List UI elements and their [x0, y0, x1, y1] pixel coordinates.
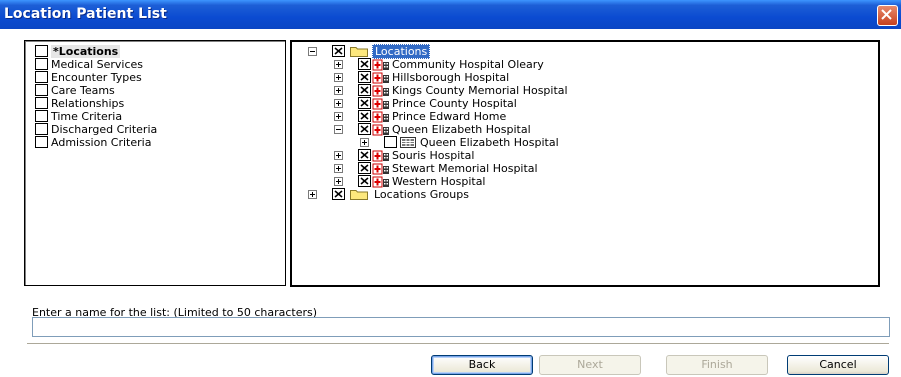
criteria-item-care-teams[interactable]: Care Teams: [35, 84, 115, 97]
checkbox-x-icon[interactable]: [358, 162, 371, 174]
expand-toggle[interactable]: [334, 177, 343, 186]
expand-toggle[interactable]: [360, 138, 369, 147]
collapse-toggle[interactable]: [308, 47, 317, 56]
tree-node-facility[interactable]: Prince Edward Home: [292, 110, 872, 123]
tree-node-label: Prince Edward Home: [392, 110, 507, 123]
tree-node-facility[interactable]: Hillsborough Hospital: [292, 71, 872, 84]
tree-node-facility[interactable]: Kings County Memorial Hospital: [292, 84, 872, 97]
close-button[interactable]: [877, 5, 898, 26]
close-icon: [881, 9, 892, 20]
dialog-body: *Locations Medical Services Encounter Ty…: [0, 29, 901, 377]
tree-node-label: Queen Elizabeth Hospital: [420, 136, 559, 149]
tree-node-location-groups[interactable]: Locations Groups: [292, 188, 872, 201]
criteria-list: *Locations Medical Services Encounter Ty…: [24, 40, 286, 286]
checkbox-x-icon[interactable]: [358, 149, 371, 161]
criteria-item-encounter-types[interactable]: Encounter Types: [35, 71, 142, 84]
hospital-icon: [372, 98, 389, 110]
hospital-icon: [372, 111, 389, 123]
checkbox-x-icon[interactable]: [358, 97, 371, 109]
tree-node-facility[interactable]: Queen Elizabeth Hospital: [292, 123, 872, 136]
divider: [27, 343, 889, 345]
folder-icon: [350, 190, 368, 200]
collapse-toggle[interactable]: [334, 125, 343, 134]
hospital-icon: [372, 59, 389, 71]
tree-node-label: Community Hospital Oleary: [392, 58, 544, 71]
hospital-icon: [372, 176, 389, 188]
expand-toggle[interactable]: [334, 73, 343, 82]
checkbox-empty[interactable]: [384, 136, 397, 148]
checkbox-x-icon[interactable]: [358, 71, 371, 83]
tree-node-label: Western Hospital: [392, 175, 486, 188]
criteria-checkbox[interactable]: [35, 45, 48, 57]
list-name-input[interactable]: [32, 317, 890, 337]
criteria-item-relationships[interactable]: Relationships: [35, 97, 124, 110]
criteria-checkbox[interactable]: [35, 84, 48, 96]
criteria-item-admission-criteria[interactable]: Admission Criteria: [35, 136, 151, 149]
criteria-checkbox[interactable]: [35, 136, 48, 148]
checkbox-x-icon[interactable]: [358, 123, 371, 135]
next-button[interactable]: Next: [539, 355, 641, 375]
criteria-checkbox[interactable]: [35, 58, 48, 70]
criteria-item-label: Care Teams: [51, 84, 115, 97]
tree-node-locations[interactable]: Locations: [292, 44, 872, 59]
checkbox-x-icon[interactable]: [358, 175, 371, 187]
tree-node-facility[interactable]: Prince County Hospital: [292, 97, 872, 110]
checkbox-x-icon[interactable]: [358, 110, 371, 122]
expand-toggle[interactable]: [334, 60, 343, 69]
tree-node-label: Stewart Memorial Hospital: [392, 162, 538, 175]
criteria-checkbox[interactable]: [35, 123, 48, 135]
checkbox-x-icon[interactable]: [332, 188, 345, 200]
tree-node-label: Queen Elizabeth Hospital: [392, 123, 531, 136]
hospital-icon: [372, 150, 389, 162]
criteria-checkbox[interactable]: [35, 97, 48, 109]
criteria-item-locations[interactable]: *Locations: [35, 45, 121, 58]
expand-toggle[interactable]: [334, 99, 343, 108]
folder-icon: [350, 47, 368, 57]
title-bar: Location Patient List: [0, 0, 901, 29]
hospital-icon: [372, 124, 389, 136]
finish-button[interactable]: Finish: [666, 355, 768, 375]
tree-node-label: Kings County Memorial Hospital: [392, 84, 568, 97]
tree-node-label: Locations: [372, 44, 431, 59]
cancel-button[interactable]: Cancel: [787, 355, 889, 375]
tree-node-unit[interactable]: Queen Elizabeth Hospital: [292, 136, 872, 149]
window-title: Location Patient List: [4, 6, 167, 22]
nurse-unit-icon: [400, 137, 416, 148]
criteria-item-medical-services[interactable]: Medical Services: [35, 58, 143, 71]
checkbox-x-icon[interactable]: [358, 58, 371, 70]
checkbox-x-icon[interactable]: [358, 84, 371, 96]
expand-toggle[interactable]: [308, 190, 317, 199]
tree-node-label: Locations Groups: [374, 188, 469, 201]
tree-node-facility[interactable]: Souris Hospital: [292, 149, 872, 162]
tree-node-facility[interactable]: Western Hospital: [292, 175, 872, 188]
hospital-icon: [372, 72, 389, 84]
criteria-item-discharged-criteria[interactable]: Discharged Criteria: [35, 123, 157, 136]
criteria-checkbox[interactable]: [35, 110, 48, 122]
tree-node-label: Souris Hospital: [392, 149, 475, 162]
tree-node-label: Hillsborough Hospital: [392, 71, 510, 84]
criteria-item-label: Medical Services: [51, 58, 144, 71]
tree-node-facility[interactable]: Community Hospital Oleary: [292, 58, 872, 71]
checkbox-x-icon[interactable]: [332, 45, 345, 57]
hospital-icon: [372, 163, 389, 175]
expand-toggle[interactable]: [334, 151, 343, 160]
expand-toggle[interactable]: [334, 86, 343, 95]
hospital-icon: [372, 85, 389, 97]
criteria-item-label: Encounter Types: [51, 71, 142, 84]
expand-toggle[interactable]: [334, 112, 343, 121]
criteria-item-time-criteria[interactable]: Time Criteria: [35, 110, 122, 123]
criteria-checkbox[interactable]: [35, 71, 48, 83]
criteria-item-label: Relationships: [51, 97, 125, 110]
criteria-item-label: Discharged Criteria: [51, 123, 158, 136]
criteria-item-label: *Locations: [51, 45, 121, 58]
criteria-item-label: Admission Criteria: [51, 136, 152, 149]
tree-node-facility[interactable]: Stewart Memorial Hospital: [292, 162, 872, 175]
expand-toggle[interactable]: [334, 164, 343, 173]
location-tree: Locations Community Hospital Oleary Hill…: [290, 40, 880, 287]
tree-node-label: Prince County Hospital: [392, 97, 517, 110]
criteria-item-label: Time Criteria: [51, 110, 123, 123]
back-button[interactable]: Back: [431, 355, 533, 375]
